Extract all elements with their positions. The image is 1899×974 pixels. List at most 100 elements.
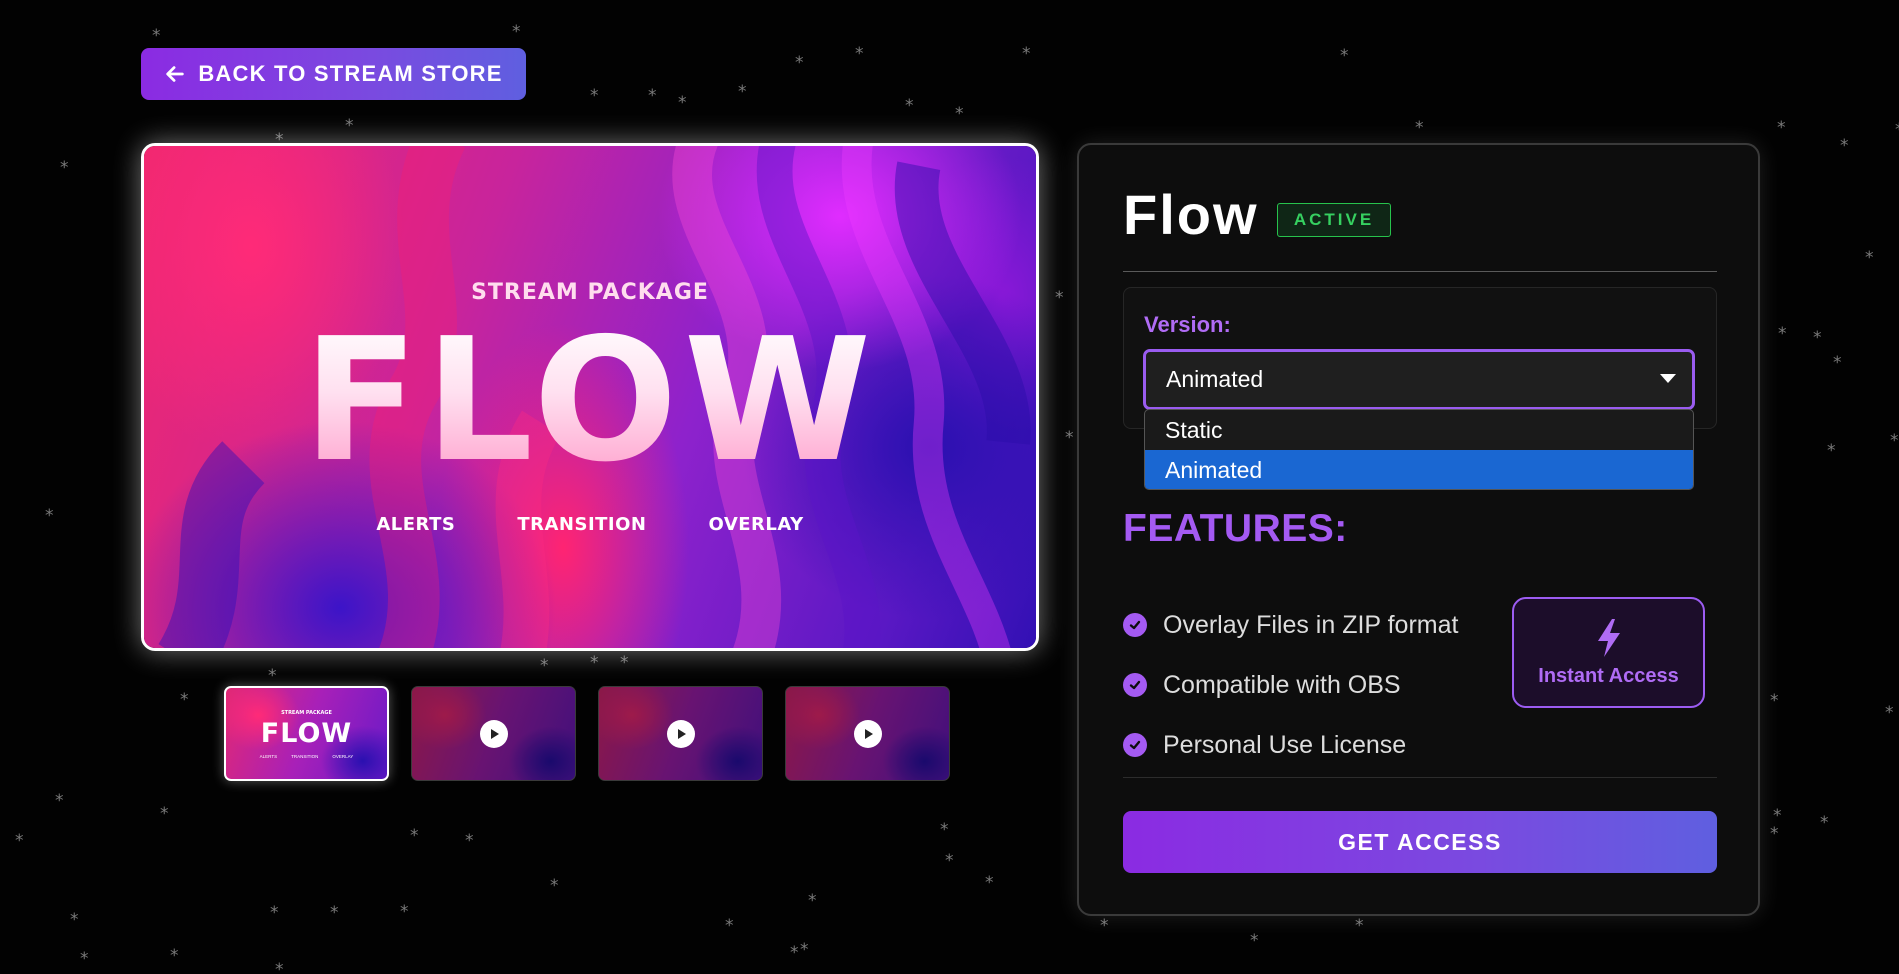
chevron-down-icon — [1660, 374, 1676, 383]
status-badge: ACTIVE — [1277, 203, 1391, 237]
thumbnail-tags: ALERTS TRANSITION OVERLAY — [226, 754, 387, 759]
product-title: Flow — [1123, 183, 1259, 246]
star-decoration: * — [550, 876, 559, 896]
back-button-label: BACK TO STREAM STORE — [198, 61, 503, 86]
star-decoration: * — [800, 940, 809, 960]
thumbnail-image[interactable]: STREAM PACKAGE FLOW ALERTS TRANSITION OV… — [224, 686, 389, 781]
star-decoration: * — [678, 93, 687, 113]
star-decoration: * — [1100, 916, 1109, 936]
star-decoration: * — [1820, 813, 1829, 833]
feature-item: Personal Use License — [1123, 715, 1458, 775]
star-decoration: * — [1833, 353, 1842, 373]
version-dropdown: Static Animated — [1144, 409, 1694, 490]
star-decoration: * — [955, 104, 964, 124]
check-icon — [1123, 613, 1147, 637]
star-decoration: * — [945, 851, 954, 871]
star-decoration: * — [345, 116, 354, 136]
check-icon — [1123, 733, 1147, 757]
star-decoration: * — [1865, 248, 1874, 268]
thumbnail-tag: ALERTS — [259, 754, 278, 759]
feature-label: Compatible with OBS — [1163, 670, 1401, 699]
star-decoration: * — [1813, 328, 1822, 348]
star-decoration: * — [808, 891, 817, 911]
feature-item: Overlay Files in ZIP format — [1123, 595, 1458, 655]
thumbnail-kicker: STREAM PACKAGE — [281, 710, 332, 716]
star-decoration: * — [55, 791, 64, 811]
play-icon — [666, 719, 695, 748]
features-divider — [1123, 777, 1717, 778]
star-decoration: * — [270, 903, 279, 923]
star-decoration: * — [1022, 44, 1031, 64]
thumbnail-video-3[interactable] — [785, 686, 950, 781]
star-decoration: * — [1885, 703, 1894, 723]
version-select[interactable]: Animated — [1143, 349, 1695, 410]
lightning-icon — [1597, 619, 1620, 657]
check-icon — [1123, 673, 1147, 697]
preview-tags: ALERTS TRANSITION OVERLAY — [144, 514, 1036, 535]
star-decoration: * — [985, 873, 994, 893]
star-decoration: * — [268, 666, 277, 686]
instant-access-label: Instant Access — [1538, 665, 1679, 687]
star-decoration: * — [1840, 136, 1849, 156]
star-decoration: * — [1355, 916, 1364, 936]
star-decoration: * — [170, 946, 179, 966]
star-decoration: * — [45, 506, 54, 526]
star-decoration: * — [540, 656, 549, 676]
star-decoration: * — [180, 690, 189, 710]
feature-label: Personal Use License — [1163, 730, 1407, 759]
star-decoration: * — [590, 653, 599, 673]
thumbnail-video-1[interactable] — [411, 686, 576, 781]
features-list: Overlay Files in ZIP format Compatible w… — [1123, 595, 1458, 775]
star-decoration: * — [855, 44, 864, 64]
play-icon — [479, 719, 508, 748]
back-to-store-button[interactable]: BACK TO STREAM STORE — [141, 48, 526, 100]
star-decoration: * — [152, 26, 161, 46]
star-decoration: * — [1773, 806, 1782, 826]
thumbnail-video-2[interactable] — [598, 686, 763, 781]
star-decoration: * — [400, 902, 409, 922]
star-decoration: * — [1770, 691, 1779, 711]
star-decoration: * — [1890, 431, 1899, 451]
star-decoration: * — [795, 53, 804, 73]
preview-artwork: STREAM PACKAGE FLOW ALERTS TRANSITION OV… — [144, 146, 1036, 648]
star-decoration: * — [465, 831, 474, 851]
preview-title: FLOW — [144, 316, 1036, 486]
version-option-static[interactable]: Static — [1145, 410, 1693, 450]
star-decoration: * — [275, 960, 284, 974]
star-decoration: * — [648, 86, 657, 106]
star-decoration: * — [1770, 824, 1779, 844]
star-decoration: * — [160, 804, 169, 824]
star-decoration: * — [1415, 118, 1424, 138]
page: * * * * * * * * * * * * * * * * * * * * * * * * * * * * * * * * * * * * * * * *… — [0, 0, 1899, 974]
star-decoration: * — [590, 86, 599, 106]
play-icon — [853, 719, 882, 748]
star-decoration: * — [790, 943, 799, 963]
star-decoration: * — [738, 82, 747, 102]
feature-item: Compatible with OBS — [1123, 655, 1458, 715]
arrow-left-icon — [166, 66, 185, 82]
product-panel: Flow ACTIVE Version: Animated Static Ani… — [1077, 143, 1760, 916]
star-decoration: * — [1250, 931, 1259, 951]
star-decoration: * — [1055, 288, 1064, 308]
star-decoration: * — [15, 831, 24, 851]
version-select-value: Animated — [1166, 366, 1264, 392]
star-decoration: * — [330, 903, 339, 923]
star-decoration: * — [1340, 46, 1349, 66]
star-decoration: * — [1777, 118, 1786, 138]
thumbnail-tag: TRANSITION — [291, 754, 319, 759]
instant-access-card: Instant Access — [1512, 597, 1705, 708]
star-decoration: * — [1827, 441, 1836, 461]
star-decoration: * — [940, 820, 949, 840]
main-preview-image: STREAM PACKAGE FLOW ALERTS TRANSITION OV… — [141, 143, 1039, 651]
get-access-button[interactable]: GET ACCESS — [1123, 811, 1717, 873]
thumbnail-title: FLOW — [260, 718, 353, 749]
features-title: FEATURES: — [1123, 507, 1348, 550]
star-decoration: * — [1778, 324, 1787, 344]
version-option-animated[interactable]: Animated — [1145, 450, 1693, 489]
star-decoration: * — [60, 158, 69, 178]
star-decoration: * — [80, 949, 89, 969]
preview-tag-transition: TRANSITION — [517, 514, 647, 535]
star-decoration: * — [512, 22, 521, 42]
version-label: Version: — [1144, 312, 1231, 337]
title-divider — [1123, 271, 1717, 272]
